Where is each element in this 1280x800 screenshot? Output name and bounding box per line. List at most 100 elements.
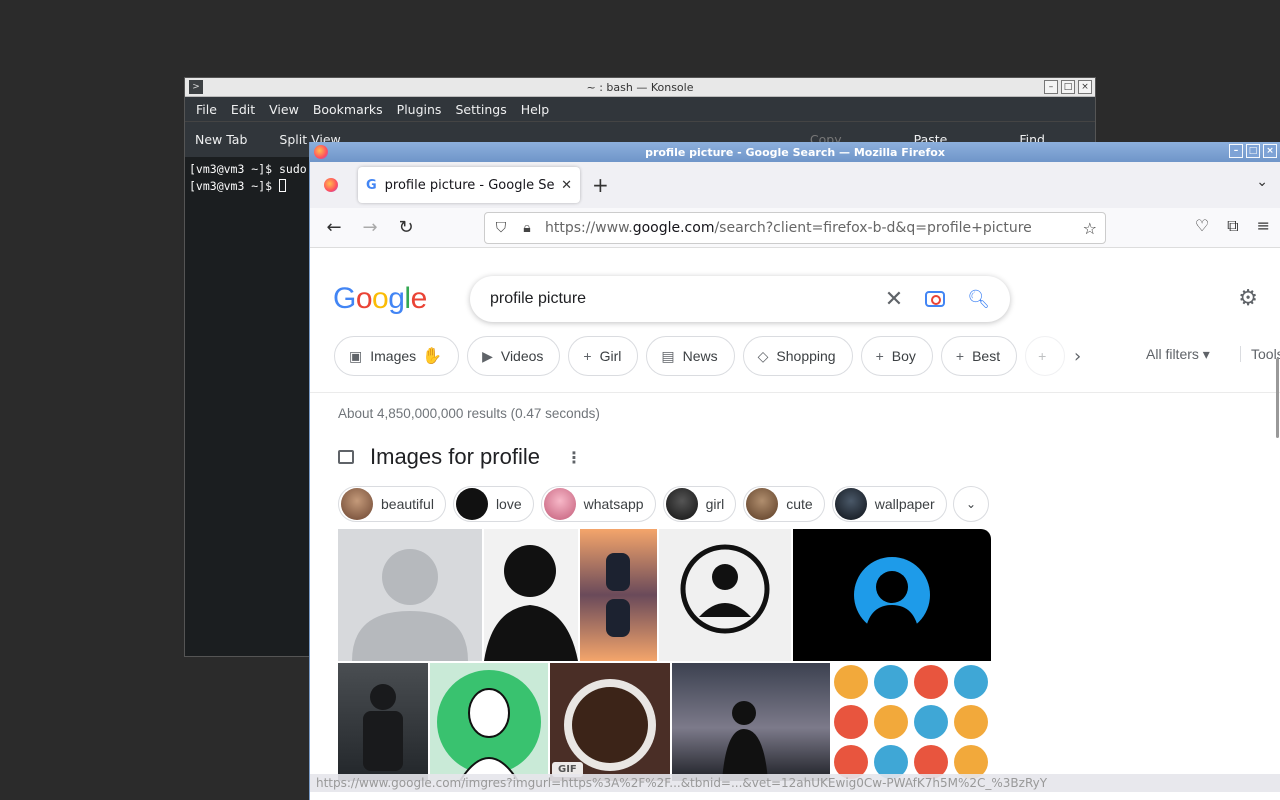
search-type-chips: ▣ Images ✋ ▶ Videos + Girl ▤ News ◇ Shopping +…	[334, 336, 1066, 376]
plus-icon: +	[1038, 348, 1047, 364]
google-favicon-icon: G	[366, 177, 377, 193]
plus-icon: +	[955, 348, 965, 364]
section-title[interactable]: Images for profile	[370, 444, 540, 470]
settings-gear-icon[interactable]: ⚙	[1238, 286, 1258, 311]
firefox-icon	[324, 178, 338, 192]
maximize-icon[interactable]: □	[1061, 80, 1075, 94]
reflection-silhouette-image	[606, 553, 630, 637]
back-icon[interactable]: ←	[316, 217, 352, 238]
refine-thumbnail	[543, 488, 576, 520]
extensions-icon[interactable]: ⧉	[1227, 216, 1238, 236]
list-all-tabs-icon[interactable]: ⌄	[1256, 174, 1268, 190]
menu-edit[interactable]: Edit	[224, 102, 262, 117]
image-result[interactable]	[430, 663, 548, 781]
lock-icon[interactable]: 🔒︎	[519, 220, 535, 236]
page-scrollbar[interactable]	[1276, 358, 1279, 438]
menu-help[interactable]: Help	[514, 102, 557, 117]
image-result[interactable]	[672, 663, 830, 781]
new-tab-icon[interactable]: +	[592, 173, 609, 197]
search-input[interactable]: profile picture	[490, 290, 885, 308]
default-avatar-image	[352, 549, 468, 661]
chevron-right-icon[interactable]: ›	[1074, 346, 1081, 367]
url-bar[interactable]: ⛉ 🔒︎ https://www.google.com/search?clien…	[484, 212, 1106, 244]
terminal-cursor	[279, 179, 287, 192]
image-result[interactable]	[580, 529, 657, 661]
silhouette-image	[484, 545, 578, 661]
image-result[interactable]	[338, 663, 428, 781]
new-tab-button[interactable]: New Tab	[195, 132, 247, 147]
expand-chevron-icon[interactable]: ⌄	[953, 486, 989, 522]
bookmark-star-icon[interactable]: ☆	[1083, 219, 1097, 238]
image-result[interactable]	[793, 529, 991, 661]
tab-strip: G profile picture - Google Search ✕ + ⌄	[310, 162, 1280, 208]
image-icon	[338, 450, 354, 464]
refine-thumbnail	[665, 488, 698, 520]
hamburger-menu-icon[interactable]: ≡	[1257, 216, 1270, 236]
image-result[interactable]	[659, 529, 791, 661]
image-icon: ▣	[349, 347, 363, 364]
konsole-app-icon[interactable]: >	[189, 80, 203, 94]
chip-videos[interactable]: ▶ Videos	[467, 336, 561, 376]
firefox-titlebar[interactable]: profile picture - Google Search — Mozill…	[310, 142, 1280, 162]
tab-close-icon[interactable]: ✕	[561, 178, 572, 193]
all-filters-button[interactable]: All filters ▾	[1146, 346, 1210, 363]
menu-bookmarks[interactable]: Bookmarks	[306, 102, 390, 117]
forward-icon[interactable]: →	[352, 217, 388, 238]
firefox-window: profile picture - Google Search — Mozill…	[309, 142, 1280, 800]
refine-thumbnail	[455, 488, 488, 520]
refine-cute[interactable]: cute	[743, 486, 825, 522]
image-result[interactable]	[484, 529, 578, 661]
chip-images[interactable]: ▣ Images ✋	[334, 336, 460, 376]
search-icon[interactable]: 🔍︎	[967, 289, 990, 310]
maximize-icon[interactable]: □	[1246, 144, 1260, 158]
chip-shopping[interactable]: ◇ Shopping	[742, 336, 853, 376]
refine-beautiful[interactable]: beautiful	[338, 486, 446, 522]
chip-boy[interactable]: + Boy	[860, 336, 933, 376]
refine-love[interactable]: love	[452, 486, 534, 522]
firefox-view-button[interactable]	[314, 168, 348, 202]
lens-camera-icon[interactable]	[925, 291, 946, 307]
images-section-header: Images for profile ⋮	[338, 444, 582, 470]
refine-whatsapp[interactable]: whatsapp	[540, 486, 656, 522]
tab-google-search[interactable]: G profile picture - Google Search ✕	[358, 167, 580, 203]
more-vert-icon[interactable]: ⋮	[566, 448, 582, 467]
status-bar-url: https://www.google.com/imgres?imgurl=htt…	[310, 774, 1280, 792]
url-text[interactable]: https://www.google.com/search?client=fir…	[545, 220, 1083, 236]
pocket-icon[interactable]: ♡	[1195, 216, 1209, 236]
chip-overflow[interactable]: +	[1025, 336, 1066, 376]
firefox-title: profile picture - Google Search — Mozill…	[645, 145, 945, 159]
reload-icon[interactable]: ↻	[388, 217, 424, 238]
image-result[interactable]	[832, 663, 991, 781]
refine-wallpaper[interactable]: wallpaper	[831, 486, 947, 522]
tracking-protection-shield-icon[interactable]: ⛉	[493, 220, 509, 236]
menu-file[interactable]: File	[189, 102, 224, 117]
konsole-titlebar[interactable]: > ~ : bash — Konsole – □ ×	[185, 78, 1095, 97]
blue-avatar-image	[854, 557, 930, 633]
image-result[interactable]	[338, 529, 482, 661]
clear-search-icon[interactable]: ✕	[885, 287, 903, 312]
menu-plugins[interactable]: Plugins	[390, 102, 449, 117]
firefox-app-icon[interactable]	[314, 145, 328, 159]
avatar-collection-image	[834, 665, 988, 779]
tools-button[interactable]: Tools	[1240, 346, 1280, 362]
chip-best[interactable]: + Best	[940, 336, 1018, 376]
result-stats: About 4,850,000,000 results (0.47 second…	[338, 406, 600, 421]
minimize-icon[interactable]: –	[1229, 144, 1243, 158]
refine-thumbnail	[341, 488, 373, 520]
menu-view[interactable]: View	[262, 102, 306, 117]
refine-girl[interactable]: girl	[662, 486, 737, 522]
google-results-page: Google profile picture ✕ 🔍︎ ⚙ ▣ Images ✋ ▶…	[310, 248, 1280, 800]
chip-news[interactable]: ▤ News	[646, 336, 735, 376]
user-icon-image	[680, 544, 770, 634]
menu-settings[interactable]: Settings	[448, 102, 513, 117]
chip-girl[interactable]: + Girl	[568, 336, 639, 376]
news-icon: ▤	[661, 347, 675, 364]
close-icon[interactable]: ×	[1263, 144, 1277, 158]
search-box[interactable]: profile picture ✕ 🔍︎	[470, 276, 1010, 322]
google-logo[interactable]: Google	[333, 282, 427, 316]
tab-title: profile picture - Google Search	[384, 177, 555, 193]
minimize-icon[interactable]: –	[1044, 80, 1058, 94]
tag-icon: ◇	[757, 347, 769, 364]
image-result[interactable]: GIF	[550, 663, 670, 781]
close-icon[interactable]: ×	[1078, 80, 1092, 94]
